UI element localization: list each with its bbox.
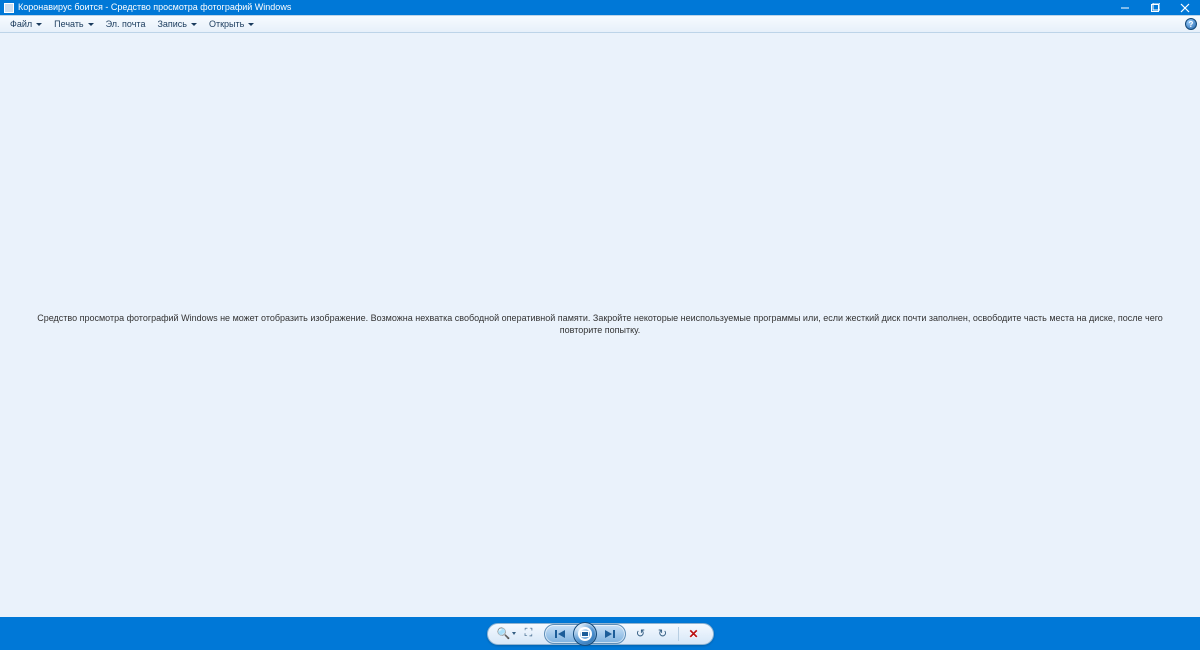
- chevron-down-icon: [36, 23, 42, 26]
- help-button[interactable]: ?: [1182, 16, 1200, 32]
- menu-email[interactable]: Эл. почта: [100, 16, 152, 32]
- menu-email-label: Эл. почта: [106, 19, 146, 29]
- menu-burn-label: Запись: [157, 19, 187, 29]
- menu-print[interactable]: Печать: [48, 16, 99, 32]
- delete-button[interactable]: ✕: [683, 625, 705, 643]
- menu-print-label: Печать: [54, 19, 83, 29]
- separator: [678, 627, 679, 641]
- title-bar: Коронавирус боится - Средство просмотра …: [0, 0, 1200, 15]
- chevron-down-icon: [248, 23, 254, 26]
- toolbar-spacer: [260, 16, 1182, 32]
- chevron-down-icon: [88, 23, 94, 26]
- window-title: Коронавирус боится - Средство просмотра …: [18, 3, 291, 12]
- chevron-down-icon: [191, 23, 197, 26]
- menu-burn[interactable]: Запись: [151, 16, 203, 32]
- app-icon: [4, 3, 14, 13]
- close-button[interactable]: [1170, 0, 1200, 15]
- zoom-button[interactable]: 🔍: [496, 625, 518, 643]
- error-message: Средство просмотра фотографий Windows не…: [20, 313, 1180, 336]
- minimize-button[interactable]: [1110, 0, 1140, 15]
- slideshow-button[interactable]: [573, 622, 597, 646]
- zoom-icon: 🔍: [497, 627, 511, 640]
- rotate-ccw-button[interactable]: ↺: [630, 625, 652, 643]
- help-icon: ?: [1185, 18, 1197, 30]
- rotate-cw-button[interactable]: ↻: [652, 625, 674, 643]
- next-button[interactable]: [597, 626, 621, 642]
- slideshow-icon: [578, 627, 592, 641]
- menu-open-label: Открыть: [209, 19, 244, 29]
- rotate-cw-icon: ↻: [658, 627, 667, 640]
- maximize-button[interactable]: [1140, 0, 1170, 15]
- menu-file[interactable]: Файл: [4, 16, 48, 32]
- menu-file-label: Файл: [10, 19, 32, 29]
- nav-cluster: [544, 624, 626, 644]
- image-viewport: Средство просмотра фотографий Windows не…: [0, 33, 1200, 617]
- menu-open[interactable]: Открыть: [203, 16, 260, 32]
- previous-button[interactable]: [549, 626, 573, 642]
- rotate-ccw-icon: ↺: [636, 627, 645, 640]
- fit-button[interactable]: ⛶: [518, 625, 540, 643]
- chevron-down-icon: [512, 632, 516, 635]
- footer: 🔍 ⛶: [0, 617, 1200, 650]
- delete-icon: ✕: [688, 627, 698, 641]
- control-bar: 🔍 ⛶: [487, 623, 714, 645]
- fit-icon: ⛶: [525, 627, 533, 640]
- previous-icon: [554, 629, 568, 639]
- next-icon: [602, 629, 616, 639]
- toolbar: Файл Печать Эл. почта Запись Открыть ?: [0, 15, 1200, 33]
